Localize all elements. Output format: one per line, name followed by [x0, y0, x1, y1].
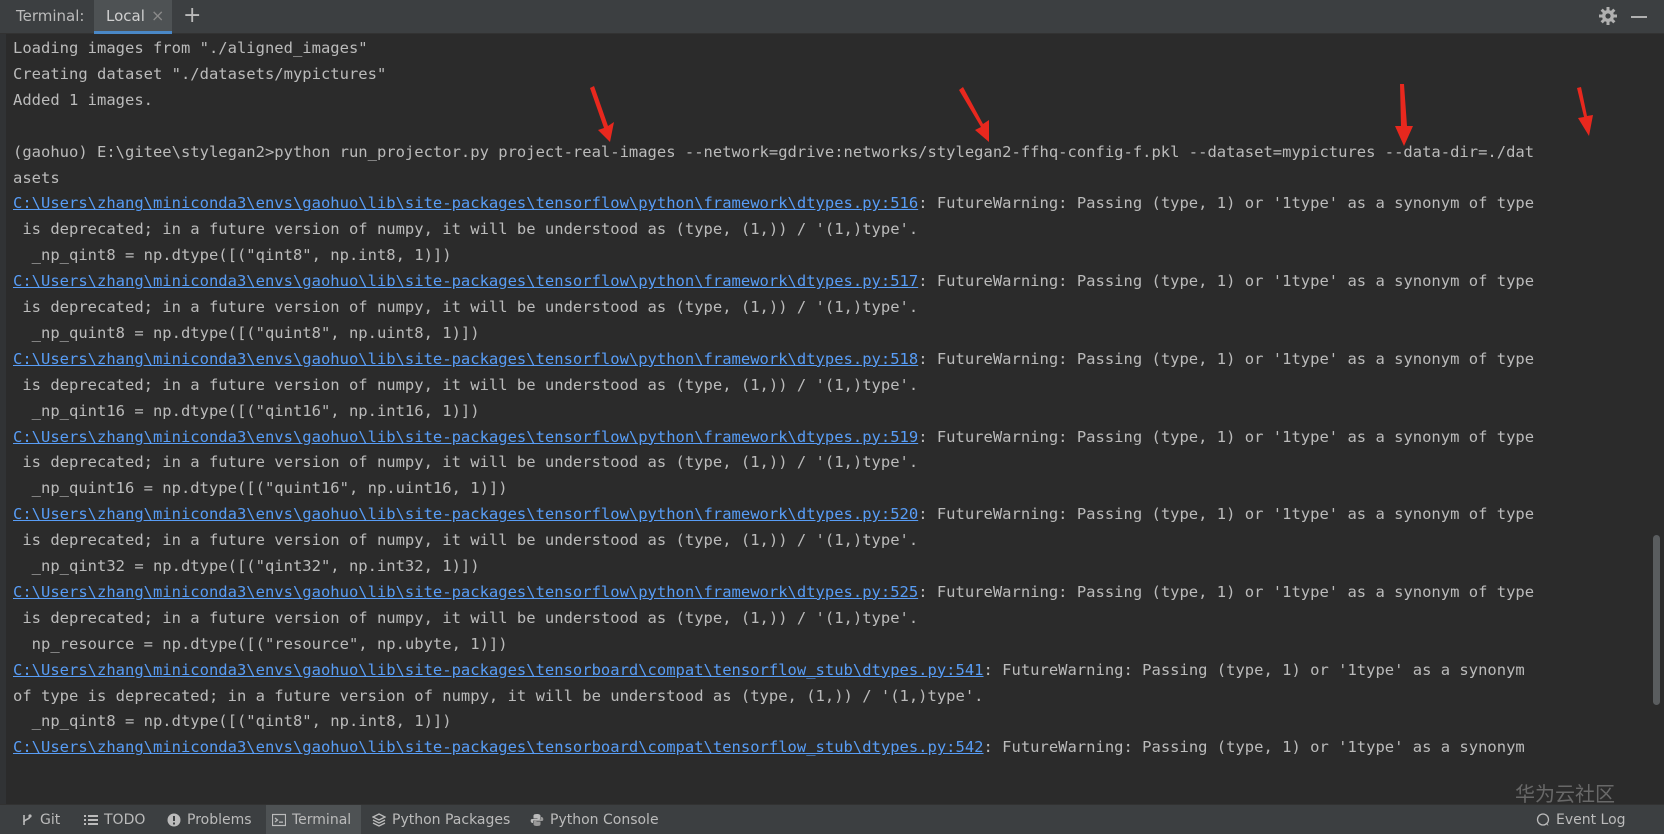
terminal-line: _np_qint8 = np.dtype([("qint8", np.int8,… [13, 708, 452, 734]
file-link[interactable]: C:\Users\zhang\miniconda3\envs\gaohuo\li… [13, 505, 918, 523]
terminal-line: C:\Users\zhang\miniconda3\envs\gaohuo\li… [13, 501, 1534, 527]
tab-python-console[interactable]: Python Console [530, 805, 659, 834]
list-icon [84, 815, 98, 825]
terminal-line-text: _np_quint16 = np.dtype([("quint16", np.u… [13, 479, 508, 498]
terminal-line: _np_qint8 = np.dtype([("qint8", np.int8,… [13, 242, 452, 268]
tab-local[interactable]: Local × [94, 0, 172, 34]
tab-git-label: Git [40, 812, 61, 828]
layers-icon [372, 813, 386, 827]
terminal-line: Loading images from "./aligned_images" [13, 35, 368, 61]
terminal-line-text: _np_qint16 = np.dtype([("qint16", np.int… [13, 401, 480, 420]
terminal-line-text: _np_qint8 = np.dtype([("qint8", np.int8,… [13, 246, 452, 265]
bottom-toolbar: Git TODO Problems Terminal Python Packag… [0, 804, 1664, 834]
terminal-line-text: is deprecated; in a future version of nu… [13, 531, 919, 550]
tab-local-label: Local [106, 7, 145, 25]
tab-python-console-label: Python Console [550, 812, 659, 828]
terminal-line-text: : FutureWarning: Passing (type, 1) or '1… [918, 272, 1535, 291]
minimize-icon[interactable] [1631, 16, 1647, 18]
gear-icon[interactable] [1598, 6, 1618, 26]
terminal-line-text: of type is deprecated; in a future versi… [13, 686, 984, 705]
tab-python-packages[interactable]: Python Packages [372, 805, 510, 834]
terminal-line: is deprecated; in a future version of nu… [13, 449, 918, 475]
terminal-line-text: Creating dataset "./datasets/mypictures" [13, 64, 387, 83]
terminal-line: C:\Users\zhang\miniconda3\envs\gaohuo\li… [13, 657, 1525, 683]
terminal-line-text: is deprecated; in a future version of nu… [13, 220, 919, 239]
event-log-label: Event Log [1556, 812, 1626, 828]
terminal-line-text: is deprecated; in a future version of nu… [13, 298, 919, 316]
terminal-window: Terminal: Local × + Loading images from … [0, 0, 1664, 834]
terminal-line: C:\Users\zhang\miniconda3\envs\gaohuo\li… [13, 268, 1534, 294]
add-tab-icon[interactable]: + [183, 3, 201, 29]
tab-python-packages-label: Python Packages [392, 812, 511, 828]
terminal-line-text: : FutureWarning: Passing (type, 1) or '1… [983, 738, 1525, 757]
terminal-title: Terminal: [16, 7, 85, 25]
watermark: 华为云社区 [1515, 782, 1615, 806]
terminal-line: is deprecated; in a future version of nu… [13, 372, 918, 398]
terminal-line: C:\Users\zhang\miniconda3\envs\gaohuo\li… [13, 190, 1534, 216]
terminal-header: Terminal: Local × + [0, 0, 1664, 34]
terminal-line-text: : FutureWarning: Passing (type, 1) or '1… [918, 349, 1535, 368]
file-link[interactable]: C:\Users\zhang\miniconda3\envs\gaohuo\li… [13, 350, 918, 368]
terminal-line: is deprecated; in a future version of nu… [13, 294, 918, 320]
python-icon [530, 814, 544, 826]
terminal-line-text: Loading images from "./aligned_images" [13, 39, 368, 57]
file-link[interactable]: C:\Users\zhang\miniconda3\envs\gaohuo\li… [13, 272, 918, 290]
terminal-line: _np_quint16 = np.dtype([("quint16", np.u… [13, 475, 508, 501]
terminal-line-text: _np_qint32 = np.dtype([("qint32", np.int… [13, 557, 480, 575]
speech-bubble-icon [1536, 813, 1550, 826]
terminal-line: of type is deprecated; in a future versi… [13, 683, 984, 709]
terminal-line-text: : FutureWarning: Passing (type, 1) or '1… [918, 505, 1535, 524]
event-log-button[interactable]: Event Log [1536, 805, 1626, 834]
terminal-line: C:\Users\zhang\miniconda3\envs\gaohuo\li… [13, 424, 1534, 450]
terminal-line-text: asets [13, 168, 60, 187]
tab-problems-label: Problems [187, 812, 252, 828]
terminal-line: C:\Users\zhang\miniconda3\envs\gaohuo\li… [13, 579, 1534, 605]
terminal-line: _np_qint16 = np.dtype([("qint16", np.int… [13, 398, 480, 424]
terminal-line-text: : FutureWarning: Passing (type, 1) or '1… [918, 427, 1535, 446]
terminal-line-text: np_resource = np.dtype([("resource", np.… [13, 634, 508, 653]
terminal-line: C:\Users\zhang\miniconda3\envs\gaohuo\li… [13, 346, 1534, 372]
file-link[interactable]: C:\Users\zhang\miniconda3\envs\gaohuo\li… [13, 194, 918, 212]
terminal-line: Creating dataset "./datasets/mypictures" [13, 61, 386, 87]
terminal-line-text: _np_qint8 = np.dtype([("qint8", np.int8,… [13, 712, 452, 731]
terminal-line: np_resource = np.dtype([("resource", np.… [13, 631, 508, 657]
terminal-line-text: : FutureWarning: Passing (type, 1) or '1… [983, 660, 1525, 679]
terminal-line: _np_qint32 = np.dtype([("qint32", np.int… [13, 553, 480, 579]
git-branch-icon [23, 814, 32, 825]
terminal-line: is deprecated; in a future version of nu… [13, 605, 918, 631]
scrollbar-thumb[interactable] [1653, 535, 1660, 705]
close-icon[interactable]: × [151, 6, 164, 26]
tab-git[interactable]: Git [20, 805, 60, 834]
tab-problems[interactable]: Problems [167, 805, 252, 834]
terminal-line: _np_quint8 = np.dtype([("quint8", np.uin… [13, 320, 480, 346]
terminal-icon [272, 813, 286, 827]
terminal-line-text: Added 1 images. [13, 90, 153, 109]
terminal-line: is deprecated; in a future version of nu… [13, 216, 918, 242]
file-link[interactable]: C:\Users\zhang\miniconda3\envs\gaohuo\li… [13, 661, 984, 679]
tab-todo-label: TODO [104, 812, 146, 828]
terminal-line-text: (gaohuo) E:\gitee\stylegan2>python run_p… [13, 142, 1535, 161]
terminal-line: Added 1 images. [13, 87, 153, 113]
file-link[interactable]: C:\Users\zhang\miniconda3\envs\gaohuo\li… [13, 738, 984, 756]
terminal-line-text: is deprecated; in a future version of nu… [13, 375, 919, 394]
terminal-line-text: is deprecated; in a future version of nu… [13, 608, 919, 627]
left-gutter [0, 34, 6, 804]
terminal-line-text: : FutureWarning: Passing (type, 1) or '1… [918, 582, 1535, 601]
terminal-line: is deprecated; in a future version of nu… [13, 527, 918, 553]
terminal-line-text: is deprecated; in a future version of nu… [13, 453, 919, 472]
terminal-output[interactable]: Loading images from "./aligned_images" Cr… [13, 34, 1648, 804]
tab-todo[interactable]: TODO [84, 805, 145, 834]
file-link[interactable]: C:\Users\zhang\miniconda3\envs\gaohuo\li… [13, 583, 918, 601]
terminal-line: C:\Users\zhang\miniconda3\envs\gaohuo\li… [13, 734, 1525, 760]
terminal-line-text: _np_quint8 = np.dtype([("quint8", np.uin… [13, 323, 480, 342]
terminal-line-text: : FutureWarning: Passing (type, 1) or '1… [918, 194, 1535, 213]
tab-terminal[interactable]: Terminal [266, 805, 362, 834]
info-icon [167, 813, 181, 827]
terminal-line: asets [13, 165, 60, 191]
terminal-line: (gaohuo) E:\gitee\stylegan2>python run_p… [13, 139, 1534, 165]
file-link[interactable]: C:\Users\zhang\miniconda3\envs\gaohuo\li… [13, 428, 918, 446]
tab-terminal-label: Terminal [292, 812, 352, 828]
